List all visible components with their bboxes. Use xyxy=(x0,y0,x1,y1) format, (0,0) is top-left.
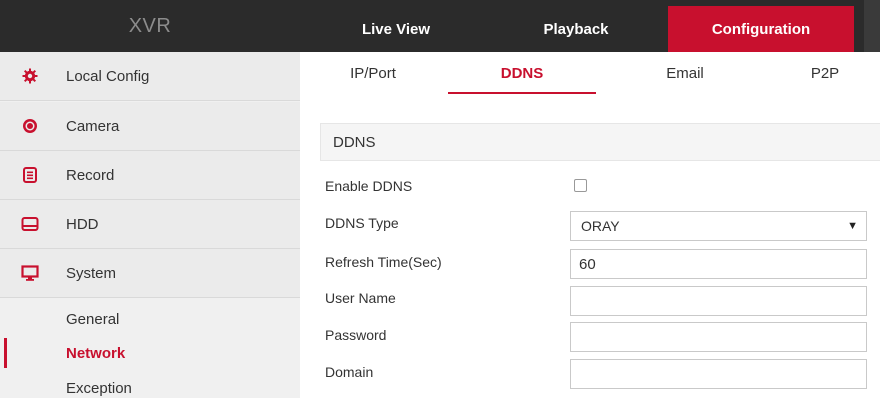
password-input[interactable] xyxy=(570,322,867,352)
domain-input[interactable] xyxy=(570,359,867,389)
label-enable-ddns: Enable DDNS xyxy=(325,178,413,194)
top-bar: XVR Live View Playback Configuration xyxy=(0,0,880,52)
sidebar-subitem-network[interactable]: Network xyxy=(0,336,300,370)
refresh-time-input[interactable]: 60 xyxy=(570,249,867,279)
refresh-time-value: 60 xyxy=(579,255,596,273)
dropdown-arrow-icon: ▼ xyxy=(847,220,858,232)
label-user-name: User Name xyxy=(325,290,396,306)
sidebar-label-system: System xyxy=(66,264,117,282)
monitor-icon xyxy=(20,263,40,283)
sidebar-item-camera[interactable]: Camera xyxy=(0,102,300,151)
subitem-label-network: Network xyxy=(66,344,126,362)
tab-email[interactable]: Email xyxy=(610,52,760,94)
tab-ddns[interactable]: DDNS xyxy=(448,52,596,94)
sidebar-item-local-config[interactable]: Local Config xyxy=(0,52,300,101)
sidebar-subitem-exception[interactable]: Exception xyxy=(0,371,300,398)
label-ddns-type: DDNS Type xyxy=(325,215,399,231)
tab-p2p[interactable]: P2P xyxy=(770,52,880,94)
camera-icon xyxy=(20,116,40,136)
ddns-type-value: ORAY xyxy=(581,218,620,234)
app-logo: XVR xyxy=(128,14,172,37)
nav-live-view[interactable]: Live View xyxy=(330,6,462,52)
subitem-label-general: General xyxy=(66,310,120,328)
sidebar-subitem-general[interactable]: General xyxy=(0,302,300,336)
sidebar-label-camera: Camera xyxy=(66,117,120,135)
subitem-label-exception: Exception xyxy=(66,379,132,397)
label-password: Password xyxy=(325,327,387,343)
topbar-edge xyxy=(864,0,880,52)
label-domain: Domain xyxy=(325,364,374,380)
ddns-type-select[interactable]: ORAY ▼ xyxy=(570,211,867,241)
sidebar-label-local-config: Local Config xyxy=(66,67,150,85)
section-title-ddns: DDNS xyxy=(320,123,880,161)
sidebar-item-system[interactable]: System xyxy=(0,249,300,298)
sidebar-item-record[interactable]: Record xyxy=(0,151,300,200)
sidebar-item-hdd[interactable]: HDD xyxy=(0,200,300,249)
enable-ddns-checkbox[interactable] xyxy=(574,179,587,192)
sidebar-label-hdd: HDD xyxy=(66,215,99,233)
nav-configuration[interactable]: Configuration xyxy=(668,6,854,52)
user-name-input[interactable] xyxy=(570,286,867,316)
nav-playback[interactable]: Playback xyxy=(512,6,640,52)
gear-icon xyxy=(20,66,40,86)
record-icon xyxy=(20,165,40,185)
tab-ip-port[interactable]: IP/Port xyxy=(310,52,436,94)
hdd-icon xyxy=(20,214,40,234)
sidebar-label-record: Record xyxy=(66,166,115,184)
label-refresh-time: Refresh Time(Sec) xyxy=(325,254,442,270)
